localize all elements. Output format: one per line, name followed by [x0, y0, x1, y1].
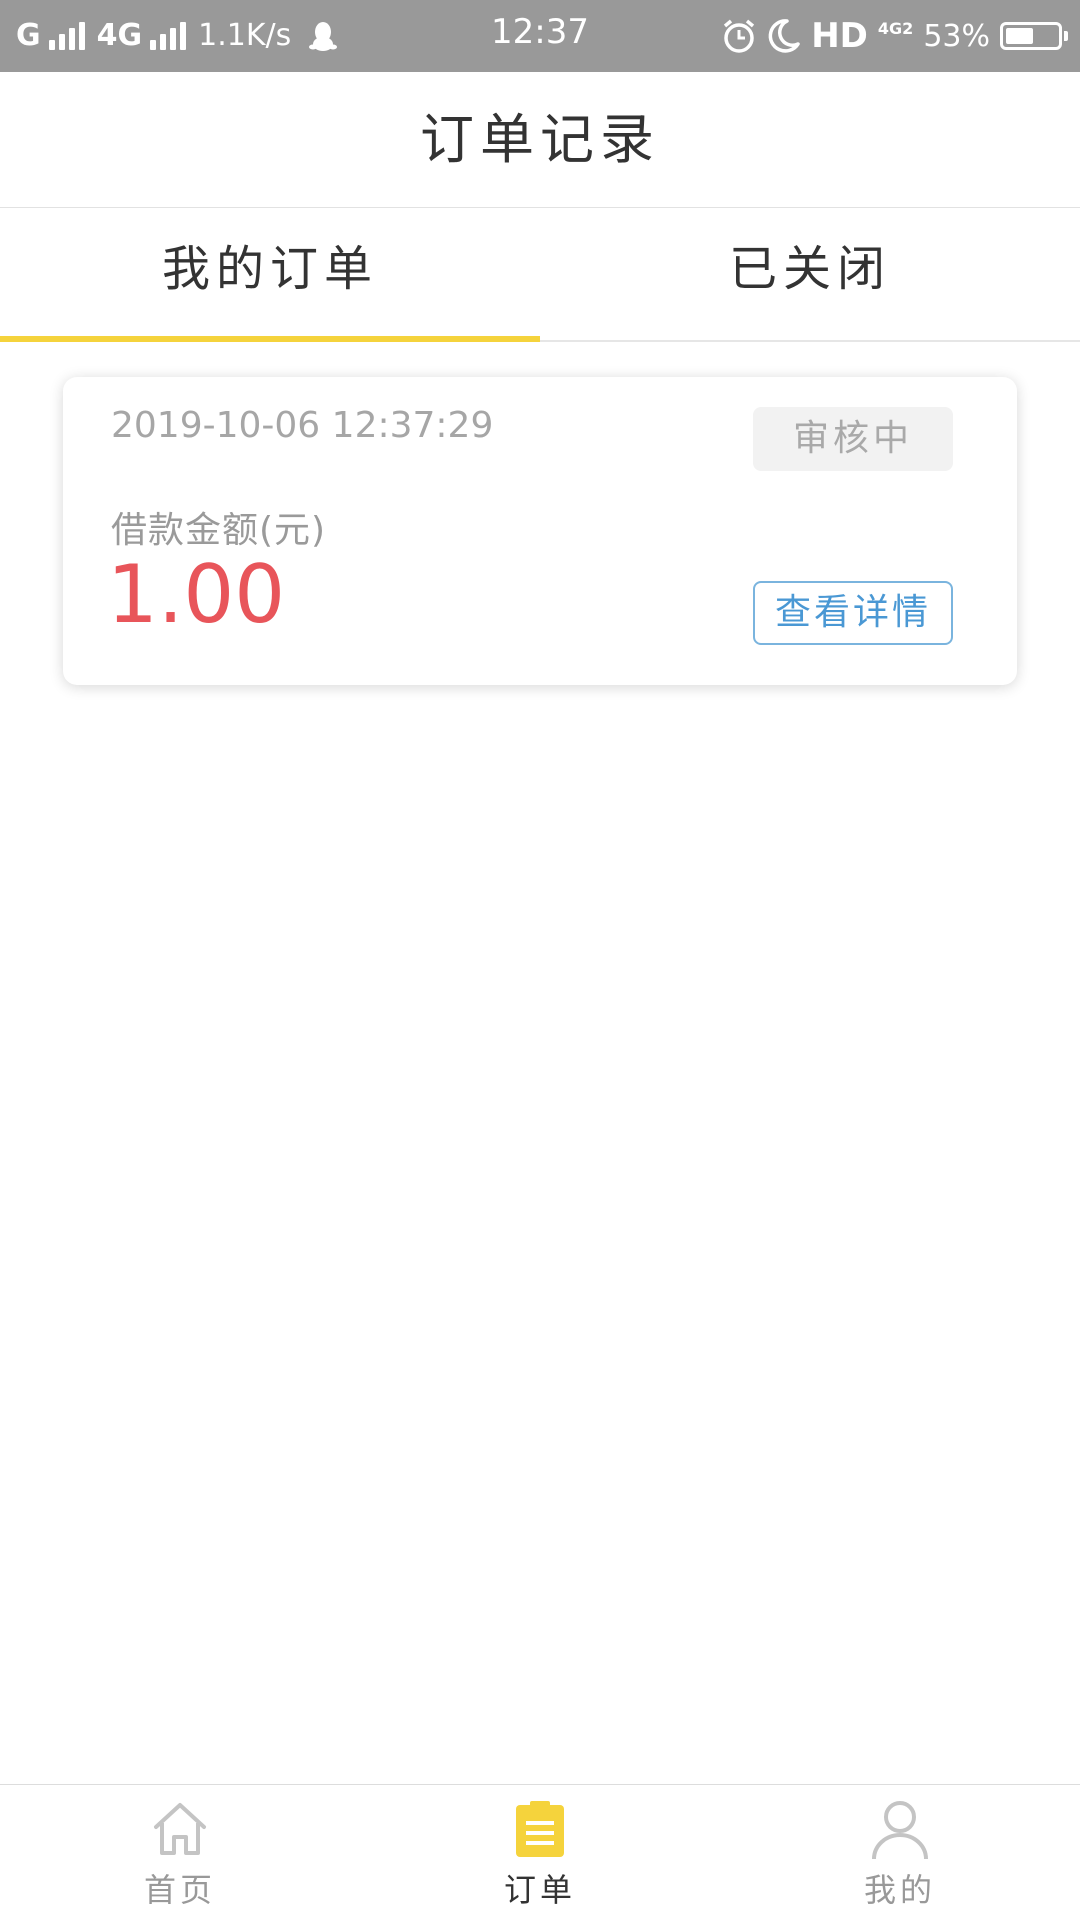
- carrier-2: 4G: [96, 18, 143, 53]
- battery-fill: [1006, 28, 1033, 44]
- nav-item-home[interactable]: 首页: [0, 1785, 360, 1920]
- order-timestamp: 2019-10-06 12:37:29: [111, 405, 494, 446]
- app-root: G 4G 1.1K/s 12:37 HD 4G2 53% 订单记录 我的订单 已…: [0, 0, 1080, 1920]
- net-speed: 1.1K/s: [198, 18, 292, 53]
- battery-percent: 53%: [923, 18, 990, 54]
- qq-icon: [309, 22, 338, 51]
- page-title: 订单记录: [420, 108, 660, 171]
- battery-icon: [1000, 22, 1068, 50]
- tab-closed[interactable]: 已关闭: [540, 208, 1080, 340]
- bottom-nav: 首页 订单 我的: [0, 1784, 1080, 1920]
- nav-item-profile[interactable]: 我的: [720, 1785, 1080, 1920]
- tab-label: 已关闭: [728, 241, 891, 297]
- signal-icon: [150, 22, 187, 50]
- view-details-button[interactable]: 查看详情: [753, 581, 953, 645]
- status-bar: G 4G 1.1K/s 12:37 HD 4G2 53%: [0, 0, 1080, 72]
- signal-icon: [48, 22, 85, 50]
- moon-icon: [768, 19, 800, 53]
- nav-label: 我的: [863, 1871, 936, 1909]
- nav-label: 首页: [143, 1871, 216, 1909]
- alarm-icon: [724, 19, 755, 53]
- nav-label: 订单: [503, 1871, 576, 1909]
- status-right: HD 4G2 53%: [721, 0, 1068, 72]
- network-sub-indicator: 4G2: [877, 19, 914, 38]
- page-header: 订单记录: [0, 72, 1080, 208]
- status-badge: 审核中: [753, 407, 953, 471]
- nav-item-orders[interactable]: 订单: [360, 1785, 720, 1920]
- hd-indicator: HD: [811, 16, 868, 56]
- clipboard-icon: [516, 1801, 564, 1857]
- tab-active-indicator: [0, 336, 540, 342]
- tab-label: 我的订单: [161, 241, 378, 297]
- tab-bar: 我的订单 已关闭: [0, 208, 1080, 342]
- tab-my-orders[interactable]: 我的订单: [0, 208, 540, 342]
- home-icon: [154, 1803, 206, 1855]
- loan-amount-value: 1.00: [107, 548, 286, 641]
- carrier-1: G: [16, 18, 41, 53]
- order-card: 2019-10-06 12:37:29 审核中 借款金额(元) 1.00 查看详…: [63, 377, 1017, 685]
- user-icon: [872, 1801, 928, 1860]
- status-left: G 4G 1.1K/s: [16, 0, 338, 72]
